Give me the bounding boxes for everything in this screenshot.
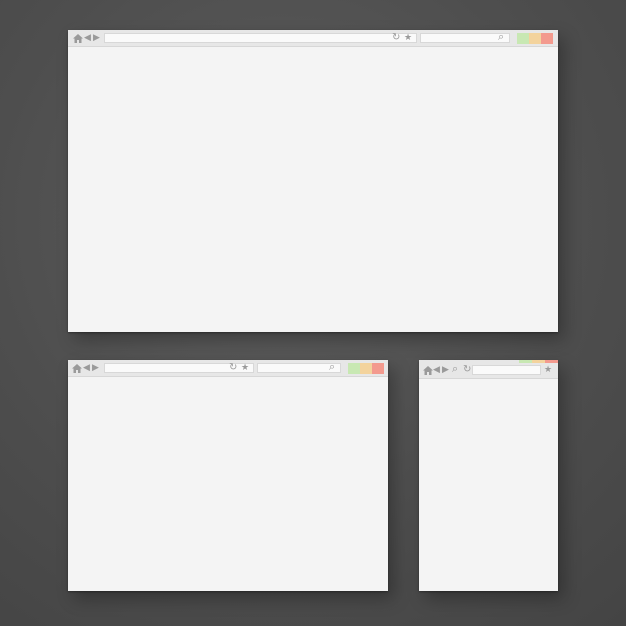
search-icon[interactable]: ⌕ xyxy=(329,362,335,373)
page-content-area xyxy=(68,377,388,591)
home-icon[interactable] xyxy=(423,366,433,375)
maximize-button[interactable] xyxy=(529,33,541,44)
search-icon[interactable]: ⌕ xyxy=(498,32,504,43)
browser-toolbar: ◀ ▶ ⌕ ↻ ★ xyxy=(419,360,558,379)
home-icon[interactable] xyxy=(73,34,83,43)
reload-icon[interactable]: ↻ xyxy=(229,363,237,373)
browser-window-medium: ◀ ▶ ↻ ★ ⌕ xyxy=(68,360,388,591)
search-bar[interactable] xyxy=(420,33,510,43)
minimize-button[interactable] xyxy=(519,360,532,363)
browser-toolbar: ◀ ▶ ↻ ★ ⌕ xyxy=(68,30,558,47)
page-content-area xyxy=(68,47,558,332)
browser-toolbar: ◀ ▶ ↻ ★ ⌕ xyxy=(68,360,388,377)
forward-arrow-icon[interactable]: ▶ xyxy=(93,33,100,42)
page-content-area xyxy=(419,379,558,591)
close-button[interactable] xyxy=(541,33,553,44)
back-arrow-icon[interactable]: ◀ xyxy=(433,365,440,374)
search-icon[interactable]: ⌕ xyxy=(452,364,458,375)
home-icon[interactable] xyxy=(72,364,82,373)
maximize-button[interactable] xyxy=(532,360,545,363)
browser-window-large: ◀ ▶ ↻ ★ ⌕ xyxy=(68,30,558,332)
bookmark-star-icon[interactable]: ★ xyxy=(404,33,412,42)
reload-icon[interactable]: ↻ xyxy=(392,33,400,43)
close-button[interactable] xyxy=(545,360,558,363)
close-button[interactable] xyxy=(372,363,384,374)
minimize-button[interactable] xyxy=(348,363,360,374)
address-bar[interactable] xyxy=(472,365,541,375)
back-arrow-icon[interactable]: ◀ xyxy=(83,363,90,372)
maximize-button[interactable] xyxy=(360,363,372,374)
reload-icon[interactable]: ↻ xyxy=(463,365,471,375)
back-arrow-icon[interactable]: ◀ xyxy=(84,33,91,42)
minimize-button[interactable] xyxy=(517,33,529,44)
forward-arrow-icon[interactable]: ▶ xyxy=(92,363,99,372)
address-bar[interactable] xyxy=(104,33,417,43)
bookmark-star-icon[interactable]: ★ xyxy=(241,363,249,372)
browser-window-small: ◀ ▶ ⌕ ↻ ★ xyxy=(419,360,558,591)
forward-arrow-icon[interactable]: ▶ xyxy=(442,365,449,374)
bookmark-star-icon[interactable]: ★ xyxy=(544,365,552,374)
